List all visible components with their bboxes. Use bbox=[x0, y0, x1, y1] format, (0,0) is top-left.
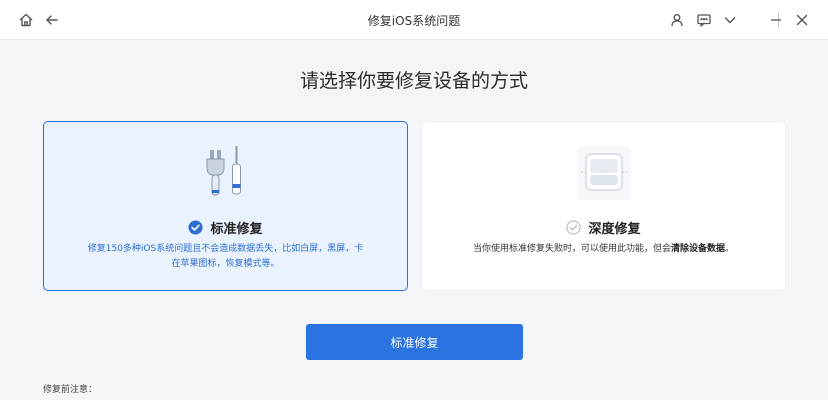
standard-repair-title: 标准修复 bbox=[210, 222, 263, 237]
deep-repair-description-suffix: 。 bbox=[725, 244, 735, 254]
user-icon[interactable] bbox=[667, 10, 687, 30]
standard-repair-title-row: 标准修复 bbox=[44, 218, 407, 237]
standard-repair-button[interactable]: 标准修复 bbox=[306, 324, 523, 360]
page-heading: 请选择你要修复设备的方式 bbox=[299, 70, 528, 92]
chevron-down-icon[interactable] bbox=[720, 10, 740, 30]
deep-repair-description: 当你使用标准修复失败时，可以使用此功能，但会清除设备数据。 bbox=[462, 242, 745, 257]
deep-repair-description-prefix: 当你使用标准修复失败时，可以使用此功能，但会 bbox=[472, 244, 671, 254]
device-icon bbox=[576, 146, 631, 200]
notes-label: 修复前注意： bbox=[43, 385, 98, 395]
deep-repair-title: 深度修复 bbox=[588, 222, 641, 237]
message-icon[interactable] bbox=[694, 10, 714, 30]
standard-repair-card[interactable]: 标准修复 修复150多种iOS系统问题且不会造成数据丢失，比如白屏，黑屏，卡在苹… bbox=[43, 121, 408, 291]
check-circle-filled-icon bbox=[188, 220, 204, 235]
deep-repair-card[interactable]: 深度修复 当你使用标准修复失败时，可以使用此功能，但会清除设备数据。 bbox=[421, 121, 786, 291]
deep-repair-description-bold: 清除设备数据 bbox=[670, 244, 725, 254]
close-icon[interactable] bbox=[792, 10, 812, 30]
tools-icon bbox=[206, 146, 241, 196]
standard-repair-description: 修复150多种iOS系统问题且不会造成数据丢失，比如白屏，黑屏，卡在苹果图标，恢… bbox=[87, 244, 364, 269]
title-bar: 修复iOS系统问题 bbox=[0, 0, 828, 40]
check-circle-outline-icon bbox=[566, 220, 582, 235]
minimize-icon[interactable] bbox=[766, 10, 786, 30]
deep-repair-title-row: 深度修复 bbox=[422, 218, 785, 237]
